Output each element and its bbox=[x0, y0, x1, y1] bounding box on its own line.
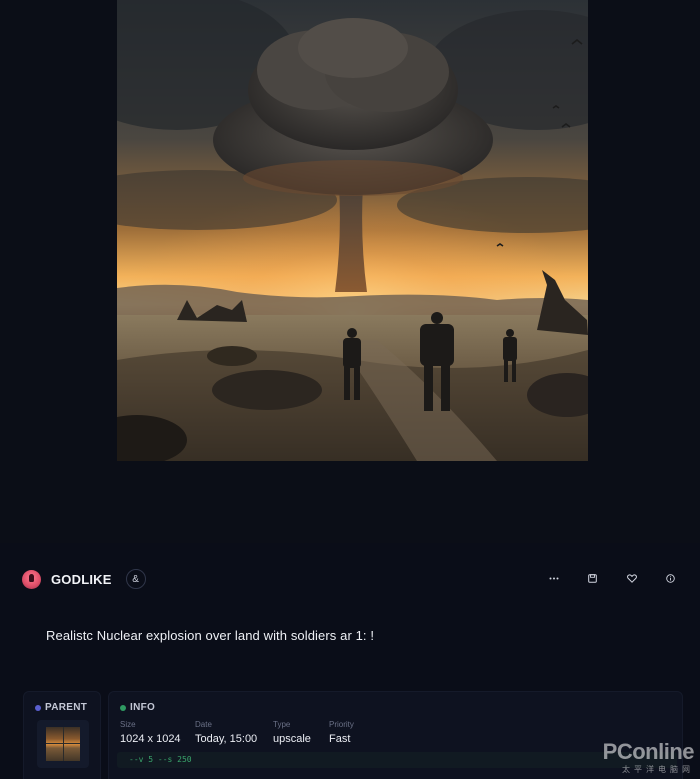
meta-type: Type upscale bbox=[273, 720, 311, 745]
info-dot-icon bbox=[120, 704, 126, 711]
heart-icon[interactable] bbox=[622, 570, 641, 587]
info-icon[interactable] bbox=[661, 570, 680, 587]
watermark-logo: PConline bbox=[602, 739, 695, 764]
more-icon[interactable] bbox=[544, 570, 563, 587]
priority-value: Fast bbox=[329, 733, 351, 745]
watermark: PConline 太平洋电脑网 bbox=[602, 739, 695, 775]
generated-image[interactable] bbox=[117, 0, 588, 461]
generated-image-artwork bbox=[117, 0, 588, 461]
parent-dot-icon bbox=[35, 704, 41, 711]
params-code[interactable]: --v 5 --s 250 bbox=[117, 752, 677, 768]
parent-thumbnail-image bbox=[46, 727, 80, 761]
priority-label: Priority bbox=[329, 720, 354, 729]
type-label: Type bbox=[273, 720, 291, 729]
size-value: 1024 x 1024 bbox=[120, 733, 181, 745]
type-value: upscale bbox=[273, 733, 311, 745]
watermark-subtitle: 太平洋电脑网 bbox=[622, 765, 694, 774]
info-title-text: INFO bbox=[130, 702, 156, 713]
parent-thumbnail[interactable] bbox=[37, 720, 89, 768]
prompt-text: Realistc Nuclear explosion over land wit… bbox=[46, 628, 375, 643]
action-bar bbox=[544, 570, 680, 587]
info-card: INFO Size 1024 x 1024 Date Today, 15:00 … bbox=[108, 691, 683, 779]
date-value: Today, 15:00 bbox=[195, 733, 258, 745]
info-title: INFO bbox=[120, 702, 155, 713]
meta-priority: Priority Fast bbox=[329, 720, 354, 745]
size-label: Size bbox=[120, 720, 136, 729]
parent-title-text: PARENT bbox=[45, 702, 88, 713]
detail-panel: GODLIKE & Realistc Nuclear explosion ove… bbox=[0, 543, 700, 779]
meta-date: Date Today, 15:00 bbox=[195, 720, 257, 745]
image-viewer bbox=[0, 0, 700, 543]
username[interactable]: GODLIKE bbox=[51, 572, 112, 587]
save-icon[interactable] bbox=[583, 570, 602, 587]
meta-size: Size 1024 x 1024 bbox=[120, 720, 181, 745]
date-label: Date bbox=[195, 720, 212, 729]
user-row: GODLIKE & bbox=[22, 569, 146, 589]
ampersand-icon[interactable]: & bbox=[125, 569, 146, 589]
parent-title: PARENT bbox=[35, 702, 87, 713]
user-avatar[interactable] bbox=[22, 569, 41, 589]
parent-card: PARENT bbox=[23, 691, 101, 779]
